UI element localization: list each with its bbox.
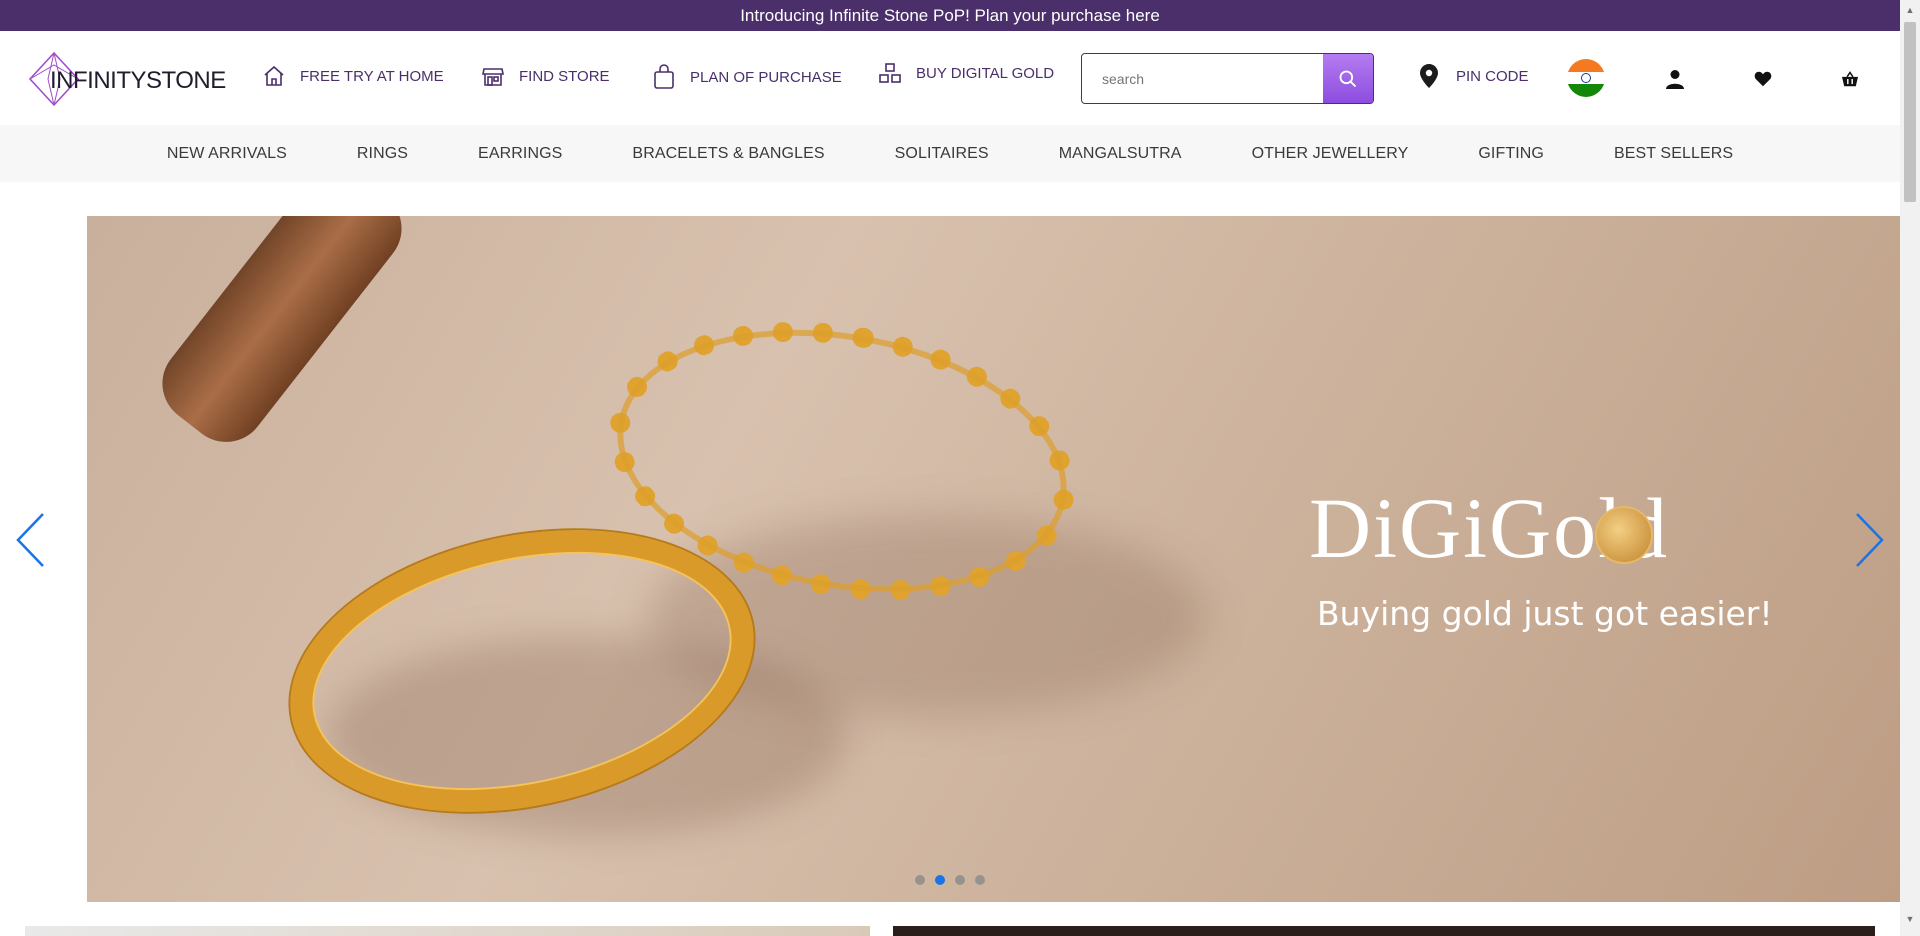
- announcement-text[interactable]: Introducing Infinite Stone PoP! Plan you…: [740, 6, 1160, 26]
- account-button[interactable]: [1662, 66, 1688, 92]
- free-try-at-home-label: FREE TRY AT HOME: [300, 67, 444, 85]
- user-icon: [1666, 70, 1684, 89]
- carousel-dot-4[interactable]: [975, 875, 985, 885]
- nav-best-sellers[interactable]: BEST SELLERS: [1614, 145, 1733, 163]
- nav-bracelets-bangles[interactable]: BRACELETS & BANGLES: [632, 145, 824, 163]
- chevron-left-icon: [16, 513, 44, 567]
- free-try-at-home-link[interactable]: FREE TRY AT HOME: [262, 64, 444, 88]
- plan-of-purchase-label: PLAN OF PURCHASE: [690, 68, 842, 86]
- main-navigation: NEW ARRIVALS RINGS EARRINGS BRACELETS & …: [0, 125, 1900, 182]
- chakra-icon: [1581, 73, 1591, 83]
- cart-button[interactable]: [1837, 66, 1863, 92]
- promo-tile-left[interactable]: [25, 926, 870, 936]
- plan-of-purchase-link[interactable]: PLAN OF PURCHASE: [652, 64, 842, 90]
- page-scrollbar[interactable]: ▲ ▼: [1900, 0, 1920, 936]
- shopping-bag-icon: [654, 64, 674, 89]
- nav-rings[interactable]: RINGS: [357, 145, 408, 163]
- nav-solitaires[interactable]: SOLITAIRES: [895, 145, 989, 163]
- carousel-dots: [915, 875, 985, 885]
- pin-code-selector[interactable]: PIN CODE: [1420, 64, 1529, 88]
- nav-mangalsutra[interactable]: MANGALSUTRA: [1059, 145, 1182, 163]
- buy-digital-gold-label: BUY DIGITAL GOLD: [916, 64, 1055, 82]
- scroll-down-arrow-icon[interactable]: ▼: [1905, 914, 1915, 924]
- wishlist-button[interactable]: [1750, 66, 1776, 92]
- carousel-next-button[interactable]: [1850, 510, 1890, 570]
- store-icon: [482, 68, 504, 86]
- nav-earrings[interactable]: EARRINGS: [478, 145, 562, 163]
- nav-gifting[interactable]: GIFTING: [1478, 145, 1544, 163]
- basket-icon: [1842, 71, 1858, 87]
- banner-subtitle: Buying gold just got easier!: [1317, 594, 1773, 633]
- carousel-dot-1[interactable]: [915, 875, 925, 885]
- pin-code-label: PIN CODE: [1456, 67, 1529, 85]
- scroll-up-arrow-icon[interactable]: ▲: [1905, 5, 1915, 15]
- search-input[interactable]: [1082, 54, 1323, 103]
- country-flag-india[interactable]: [1567, 59, 1605, 97]
- carousel-prev-button[interactable]: [10, 510, 50, 570]
- nav-other-jewellery[interactable]: OTHER JEWELLERY: [1252, 145, 1409, 163]
- find-store-link[interactable]: FIND STORE: [481, 64, 610, 88]
- announcement-bar[interactable]: Introducing Infinite Stone PoP! Plan you…: [0, 0, 1900, 31]
- home-icon: [264, 65, 284, 86]
- logo[interactable]: INFINITYSTONE: [28, 49, 226, 109]
- scroll-thumb[interactable]: [1904, 22, 1916, 202]
- find-store-label: FIND STORE: [519, 67, 610, 85]
- carousel-dot-3[interactable]: [955, 875, 965, 885]
- search-box: [1081, 53, 1374, 104]
- heart-icon: [1754, 71, 1772, 87]
- search-icon: [1339, 70, 1357, 87]
- gold-bars-icon: [879, 63, 901, 83]
- site-header: INFINITYSTONE FREE TRY AT HOME FIND STOR…: [0, 31, 1900, 125]
- cinnamon-stick-image: [146, 216, 418, 459]
- nav-new-arrivals[interactable]: NEW ARRIVALS: [167, 145, 287, 163]
- chevron-right-icon: [1856, 513, 1884, 567]
- location-pin-icon: [1420, 64, 1438, 88]
- buy-digital-gold-link[interactable]: BUY DIGITAL GOLD: [878, 61, 1054, 85]
- promo-tile-right[interactable]: [893, 926, 1875, 936]
- logo-text: INFINITYSTONE: [50, 67, 226, 94]
- carousel-dot-2[interactable]: [935, 875, 945, 885]
- search-button[interactable]: [1323, 54, 1373, 103]
- hero-carousel[interactable]: DiGiGold Buying gold just got easier!: [87, 216, 1900, 902]
- gold-coin-icon: [1595, 506, 1653, 564]
